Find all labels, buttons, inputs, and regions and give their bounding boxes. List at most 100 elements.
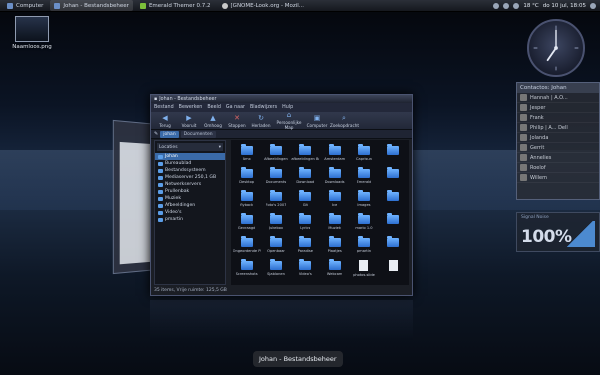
folder-item[interactable]: Amx (232, 144, 261, 167)
folder-item[interactable]: Paradise (291, 236, 320, 259)
forward-button[interactable]: ▶ Vooruit (178, 114, 200, 128)
contact-row[interactable]: Jesper (517, 103, 599, 113)
folder-item[interactable]: afbeeldingen Bewegen (291, 144, 320, 167)
place-item[interactable]: Johan (155, 153, 225, 160)
contact-row[interactable]: Willem (517, 173, 599, 183)
search-button[interactable]: ⌕ Zoekopdracht (330, 113, 359, 128)
volume-icon[interactable] (503, 3, 510, 9)
location-toggle-icon[interactable]: ✎ (154, 131, 158, 137)
window-titlebar[interactable]: ▪ Johan - Bestandsbeheer (151, 95, 412, 103)
desktop-icon-image[interactable]: Naamloos.png (12, 16, 52, 50)
folder-item[interactable]: Ice (320, 190, 349, 213)
contact-row[interactable]: Roelof (517, 163, 599, 173)
folder-item[interactable]: Ongeordende Plaatjes (232, 236, 261, 259)
menu-hulp[interactable]: Hulp (282, 105, 293, 110)
clock-text[interactable]: do 10 jul, 18:05 (543, 3, 586, 9)
contact-row[interactable]: Jolanda (517, 133, 599, 143)
taskbar-item-browser[interactable]: [GNOME-Look.org - Mozil... (218, 0, 309, 11)
place-item[interactable]: Bureaublad (155, 160, 225, 167)
back-button[interactable]: ◀ Terug (154, 114, 176, 128)
folder-icon (240, 236, 253, 247)
menu-bladwijzers[interactable]: Bladwijzers (250, 105, 277, 110)
folder-item[interactable]: Images (349, 190, 378, 213)
folder-icon (269, 190, 282, 201)
taskbar-item-emerald-themer[interactable]: Emerald Themer 0.7.2 (136, 0, 215, 11)
folder-item[interactable]: Desktop (232, 167, 261, 190)
location-bar: ✎ johan Documenten (151, 130, 412, 139)
side-pane-selector[interactable]: Locaties ▾ (157, 143, 223, 151)
taskbar-item-computer[interactable]: Computer (3, 0, 47, 11)
folder-item[interactable]: Foto's 2007 (261, 190, 290, 213)
weather-temp[interactable]: 18 °C (523, 3, 538, 9)
folder-item[interactable]: Emerald (349, 167, 378, 190)
folder-icon (269, 167, 282, 178)
task-label: Emerald Themer 0.7.2 (148, 2, 211, 9)
folder-item[interactable]: Webcam (320, 259, 349, 282)
up-button[interactable]: ▲ Omhoog (202, 114, 224, 128)
side-pane-selector-label: Locaties (159, 144, 178, 150)
folder-item[interactable]: Gevraagd (232, 213, 261, 236)
place-item[interactable]: Netwerkservers (155, 181, 225, 188)
folder-item[interactable]: Downloads (320, 167, 349, 190)
folder-item[interactable]: Afbeeldingen (261, 144, 290, 167)
computer-button[interactable]: ▣ Computer (306, 114, 328, 128)
place-item[interactable]: Afbeeldingen (155, 202, 225, 209)
folder-item[interactable]: Download (291, 167, 320, 190)
folder-item[interactable] (379, 236, 408, 259)
weather-icon[interactable] (513, 3, 520, 9)
power-icon[interactable] (590, 3, 596, 9)
folder-icon (240, 259, 253, 270)
folder-item[interactable]: Video's (291, 259, 320, 282)
home-button[interactable]: ⌂ Persoonlijke Map (274, 111, 304, 130)
file-manager-window[interactable]: ▪ Johan - Bestandsbeheer Bestand Bewerke… (150, 94, 413, 296)
contact-row[interactable]: Hannah | A.O... (517, 93, 599, 103)
contact-row[interactable]: Annelies (517, 153, 599, 163)
taskbar-item-file-manager[interactable]: Johan - Bestandsbeheer (50, 0, 133, 11)
folder-item[interactable]: Jukebox (261, 213, 290, 236)
folder-item[interactable]: Sjablonen (261, 259, 290, 282)
path-button-home[interactable]: johan (160, 130, 179, 138)
file-item[interactable]: photos.slide (349, 259, 378, 282)
folder-item[interactable] (379, 167, 408, 190)
menu-bewerken[interactable]: Bewerken (179, 105, 203, 110)
menu-ga-naar[interactable]: Ga naar (226, 105, 245, 110)
place-item[interactable]: Muziek (155, 195, 225, 202)
folder-item[interactable] (379, 190, 408, 213)
place-item[interactable]: Mediaserver 250,1 GB (155, 174, 225, 181)
folder-item[interactable]: Git (291, 190, 320, 213)
place-item[interactable]: Video's (155, 209, 225, 216)
place-item[interactable]: Prullenbak (155, 188, 225, 195)
folder-item[interactable]: pmartin (349, 236, 378, 259)
path-button-documents[interactable]: Documenten (180, 130, 216, 138)
place-label: pmartin (165, 217, 184, 222)
folder-item[interactable] (379, 144, 408, 167)
folder-item[interactable]: Plaatjes (320, 236, 349, 259)
place-item[interactable]: pmartin (155, 216, 225, 223)
place-label: Afbeeldingen (165, 203, 196, 208)
folder-item[interactable]: Muziek (320, 213, 349, 236)
place-label: Muziek (165, 196, 182, 201)
folder-item[interactable]: Documents (261, 167, 290, 190)
search-icon: ⌕ (342, 113, 346, 122)
folder-item[interactable]: Caprisun (349, 144, 378, 167)
file-item[interactable] (379, 259, 408, 282)
contact-row[interactable]: Gerrit (517, 143, 599, 153)
contact-row[interactable]: Philip | A... Dell (517, 123, 599, 133)
reload-button[interactable]: ↻ Herladen (250, 114, 272, 128)
network-icon[interactable] (493, 3, 500, 9)
item-name: Documents (265, 180, 287, 184)
stop-button[interactable]: ✕ Stoppen (226, 114, 248, 128)
folder-item[interactable]: flyback (232, 190, 261, 213)
menu-bestand[interactable]: Bestand (154, 105, 174, 110)
folder-item[interactable]: mario 1.0 (349, 213, 378, 236)
folder-item[interactable] (379, 213, 408, 236)
menu-beeld[interactable]: Beeld (207, 105, 221, 110)
contact-row[interactable]: Frank (517, 113, 599, 123)
folder-item[interactable]: Amsterdam (320, 144, 349, 167)
folder-icon (387, 236, 400, 247)
folder-item[interactable]: Lyrics (291, 213, 320, 236)
filesystem-icon (158, 168, 163, 173)
folder-item[interactable]: Screenshots (232, 259, 261, 282)
folder-item[interactable]: Openbaar (261, 236, 290, 259)
place-item[interactable]: Bestandssysteem (155, 167, 225, 174)
